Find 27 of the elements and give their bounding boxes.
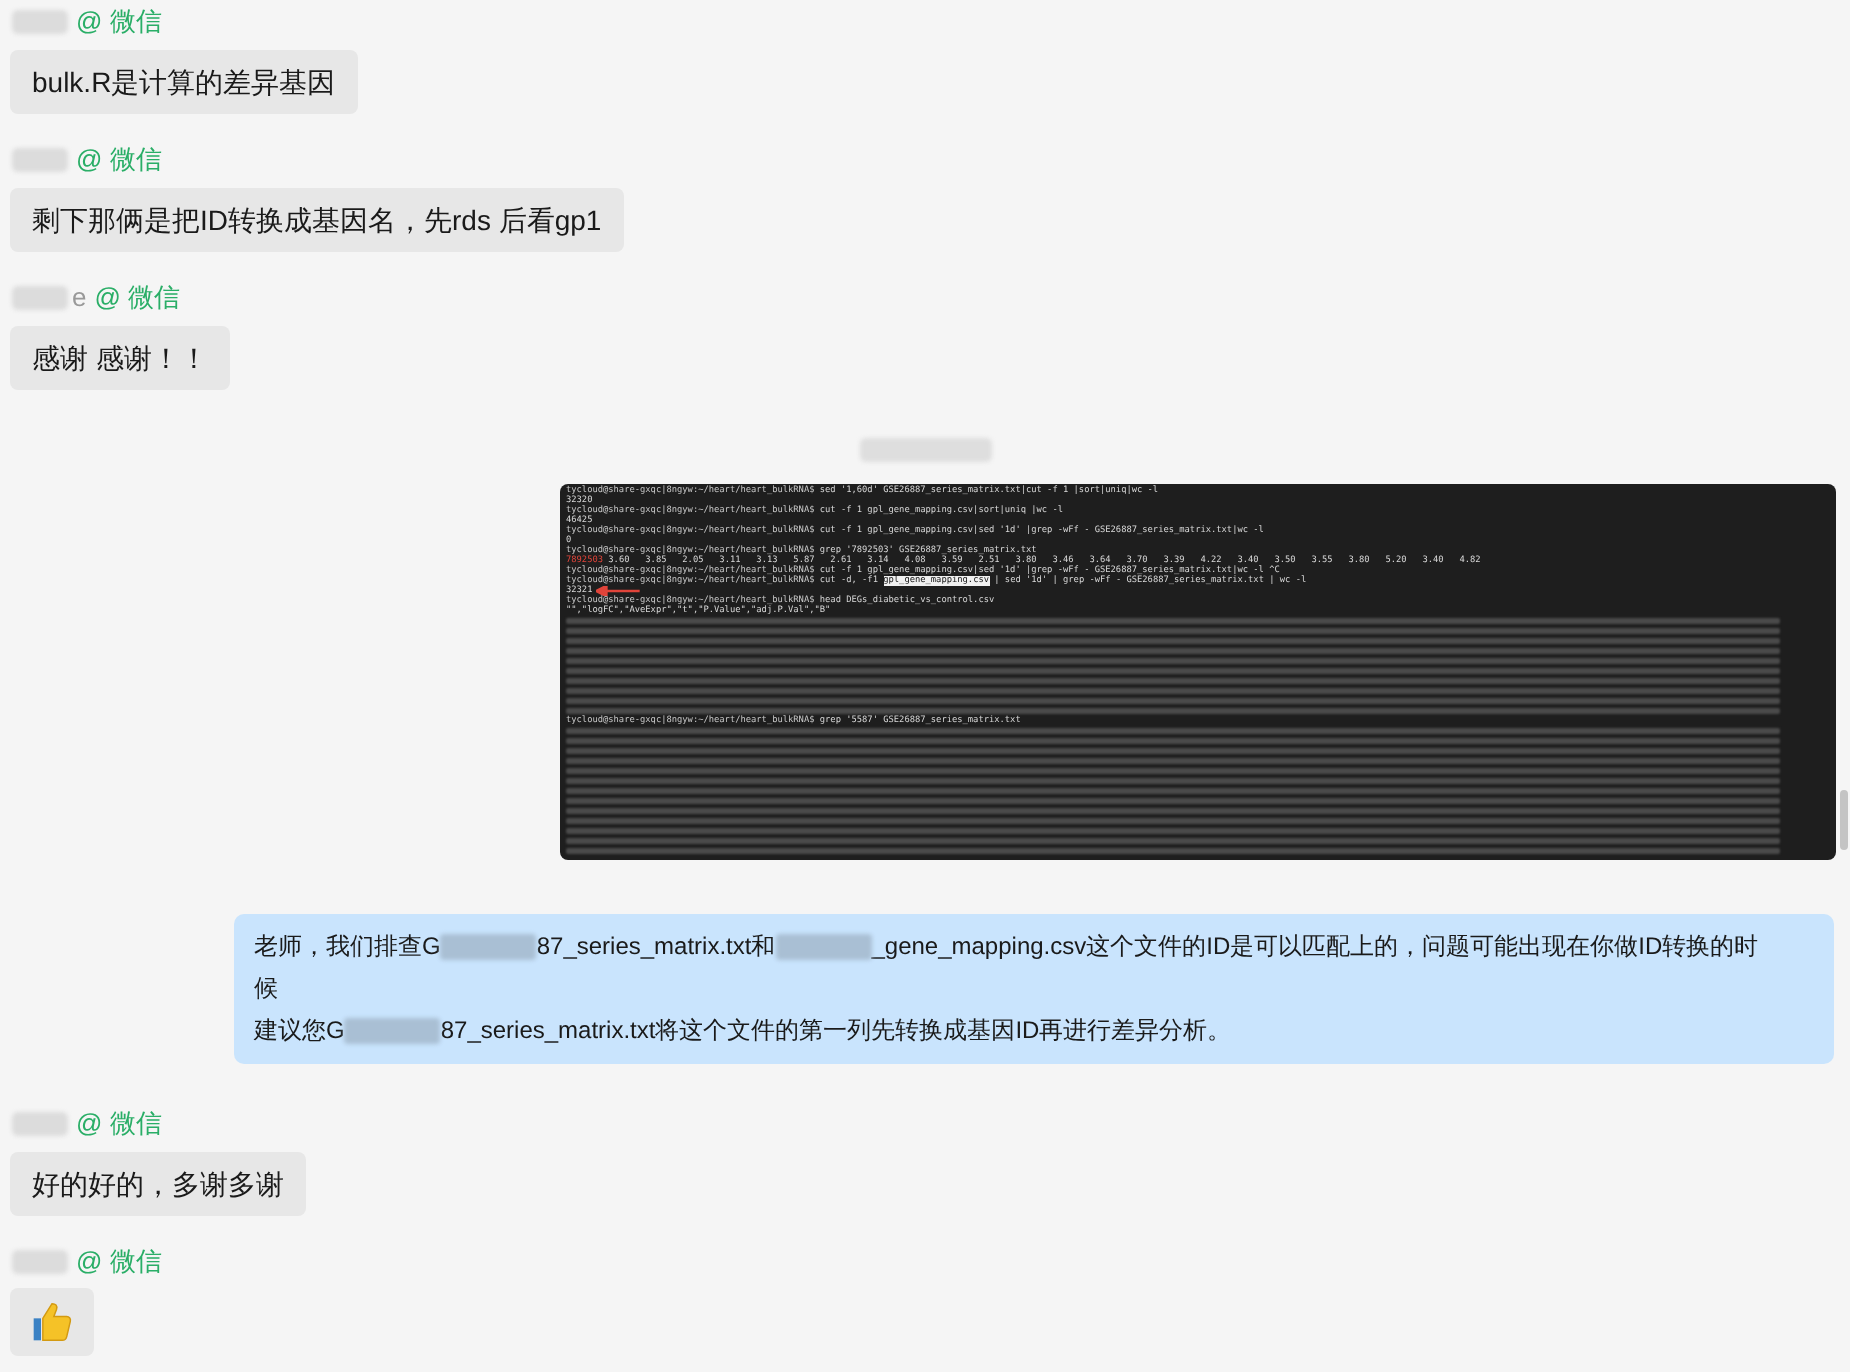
message-text: 老师，我们排查G: [254, 932, 441, 960]
name-blur-block: [12, 148, 68, 172]
sender-source: @ 微信: [76, 1244, 162, 1281]
redaction-block: [344, 1018, 441, 1045]
message-text: 87_series_matrix.txt和: [536, 932, 776, 960]
sender-source: @ 微信: [76, 1106, 162, 1143]
redaction-block: [440, 934, 537, 961]
thumbs-up-icon: [30, 1300, 74, 1344]
message-text: 剩下那俩是把ID转换成基因名，先rds 后看gp1: [32, 204, 602, 236]
sender-source: @ 微信: [76, 4, 162, 41]
name-blur-block: [12, 10, 68, 34]
sender-source: @ 微信: [76, 142, 162, 179]
name-blur-block: [12, 1250, 68, 1274]
name-blur-block: [12, 1112, 68, 1136]
name-blur-block: [12, 286, 68, 310]
message-text: 好的好的，多谢多谢: [32, 1168, 284, 1200]
sender-source: @ 微信: [94, 280, 181, 317]
scrollbar-thumb: [1840, 790, 1848, 850]
message-text: 感谢 感谢！！: [32, 342, 208, 374]
sender-name: e: [72, 280, 87, 317]
message-text: bulk.R是计算的差异基因: [32, 66, 336, 98]
message-text: 87_series_matrix.txt将这个文件的第一列先转换成基因ID再进行差异分析。: [440, 1016, 1232, 1044]
arrow-icon: [596, 586, 641, 596]
redaction-block: [775, 934, 872, 961]
message-text: 候: [254, 974, 278, 1002]
message-text: _gene_mapping.csv这个文件的ID是可以匹配上的，问题可能出现在你做ID转换的时: [871, 932, 1759, 960]
message-text: 建议您G: [254, 1016, 345, 1044]
